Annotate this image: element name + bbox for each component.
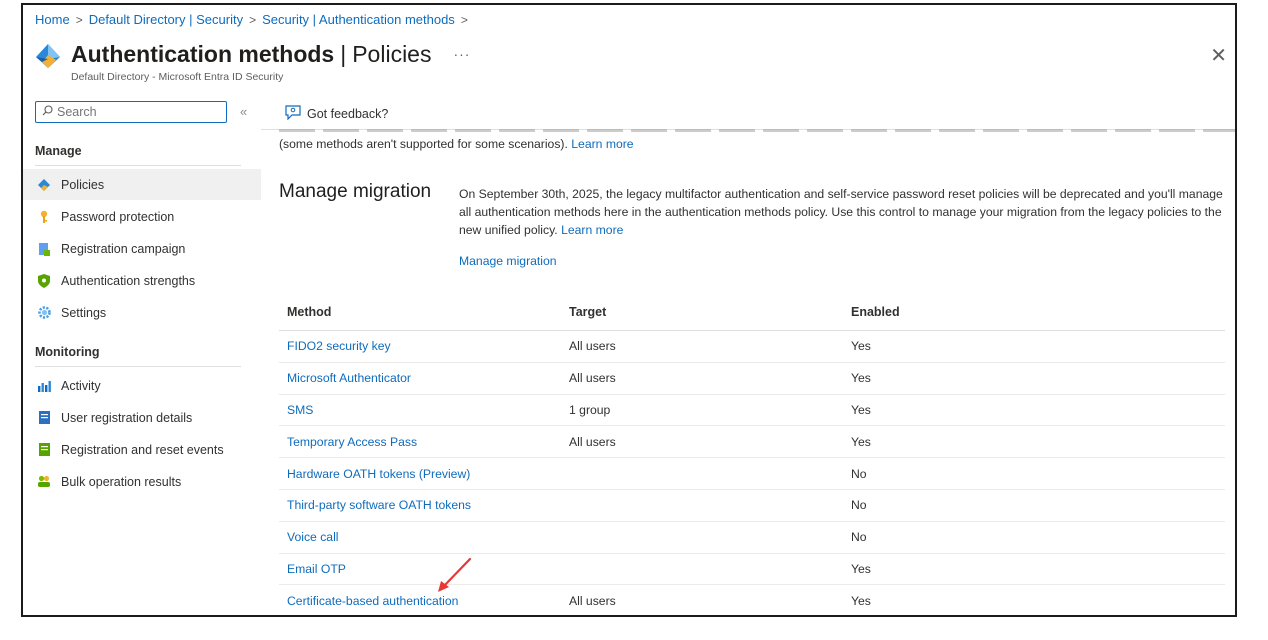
column-header-target[interactable]: Target (561, 305, 843, 319)
gear-icon (37, 306, 51, 320)
manage-migration-link[interactable]: Manage migration (459, 254, 557, 268)
method-link[interactable]: FIDO2 security key (279, 339, 561, 353)
clipboard-icon (37, 242, 51, 256)
enabled-cell: No (851, 498, 867, 513)
table-row: Microsoft Authenticator All users Yes (279, 363, 1225, 395)
shield-icon (37, 273, 51, 288)
method-link[interactable]: SMS (279, 403, 561, 417)
document-icon (37, 411, 51, 425)
sidebar: « Manage Policies Password protection Re… (23, 97, 261, 615)
enabled-cell: Yes (851, 594, 871, 609)
sidebar-item-activity[interactable]: Activity (23, 370, 261, 401)
feedback-icon (285, 105, 301, 123)
sidebar-item-password-protection[interactable]: Password protection (23, 201, 261, 232)
method-link[interactable]: Email OTP (279, 562, 561, 576)
method-link[interactable]: Temporary Access Pass (279, 435, 561, 449)
method-link[interactable]: Certificate-based authentication (279, 594, 561, 608)
target-cell: 1 group (569, 402, 611, 417)
sidebar-item-label: Settings (61, 305, 107, 320)
feedback-button[interactable]: Got feedback? (285, 105, 388, 123)
log-icon (37, 443, 51, 457)
table-row: Hardware OATH tokens (Preview) No (279, 458, 1225, 490)
sidebar-item-authentication-strengths[interactable]: Authentication strengths (23, 265, 261, 296)
sidebar-item-bulk-operation-results[interactable]: Bulk operation results (23, 466, 261, 497)
enabled-cell: No (851, 466, 867, 481)
manage-migration-heading: Manage migration (279, 181, 432, 202)
table-row: Email OTP Yes (279, 554, 1225, 586)
chevron-right-icon: > (249, 12, 257, 27)
method-link[interactable]: Voice call (279, 530, 561, 544)
page-header: Authentication methods | Policies ··· (35, 39, 470, 69)
sidebar-item-user-registration-details[interactable]: User registration details (23, 402, 261, 433)
close-icon[interactable]: ✕ (1210, 43, 1227, 68)
learn-more-link[interactable]: Learn more (561, 223, 623, 237)
sidebar-item-label: Authentication strengths (61, 273, 196, 288)
table-header: Method Target Enabled (279, 293, 1225, 331)
main-content: Got feedback? (some methods aren't suppo… (261, 97, 1235, 615)
users-icon (37, 475, 51, 489)
enabled-cell: Yes (851, 434, 871, 449)
sidebar-item-label: Bulk operation results (61, 474, 182, 489)
column-header-method[interactable]: Method (279, 305, 561, 319)
sidebar-item-label: Activity (61, 378, 101, 393)
breadcrumb: Home > Default Directory | Security > Se… (35, 12, 474, 27)
feedback-label: Got feedback? (307, 107, 389, 121)
sidebar-item-registration-campaign[interactable]: Registration campaign (23, 233, 261, 264)
search-input[interactable] (57, 105, 217, 119)
search-icon (42, 105, 53, 119)
key-icon (37, 210, 51, 224)
enabled-cell: Yes (851, 339, 871, 354)
target-cell: All users (569, 434, 616, 449)
page-title: Authentication methods | Policies (71, 40, 432, 67)
chart-icon (37, 379, 51, 393)
annotation-arrow-icon (438, 557, 472, 592)
breadcrumb-security[interactable]: Default Directory | Security (89, 12, 243, 27)
enabled-cell: No (851, 530, 867, 545)
breadcrumb-home[interactable]: Home (35, 12, 70, 27)
manage-migration-description: On September 30th, 2025, the legacy mult… (459, 187, 1223, 237)
table-row: FIDO2 security key All users Yes (279, 331, 1225, 363)
divider (35, 165, 241, 166)
sidebar-item-label: Policies (61, 177, 105, 192)
section-label-monitoring: Monitoring (35, 345, 100, 359)
enabled-cell: Yes (851, 561, 871, 576)
table-row: Voice call No (279, 522, 1225, 554)
table-row: Third-party software OATH tokens No (279, 490, 1225, 522)
divider (35, 366, 241, 367)
method-link[interactable]: Third-party software OATH tokens (279, 498, 561, 512)
learn-more-link[interactable]: Learn more (571, 137, 633, 151)
page-subtitle: Default Directory - Microsoft Entra ID S… (71, 71, 284, 83)
table-row: Certificate-based authentication All use… (279, 585, 1225, 615)
target-cell: All users (569, 594, 616, 609)
breadcrumb-auth-methods[interactable]: Security | Authentication methods (262, 12, 455, 27)
method-link[interactable]: Microsoft Authenticator (279, 371, 561, 385)
sidebar-item-registration-reset-events[interactable]: Registration and reset events (23, 434, 261, 465)
table-row: Temporary Access Pass All users Yes (279, 426, 1225, 459)
chevron-right-icon: > (460, 12, 468, 27)
sidebar-item-policies[interactable]: Policies (23, 169, 261, 200)
intro-text: (some methods aren't supported for some … (279, 137, 634, 151)
search-box[interactable] (35, 101, 227, 123)
method-link[interactable]: Hardware OATH tokens (Preview) (279, 467, 561, 481)
methods-table: Method Target Enabled FIDO2 security key… (279, 293, 1225, 615)
target-cell: All users (569, 371, 616, 386)
enabled-cell: Yes (851, 371, 871, 386)
sidebar-item-label: Password protection (61, 209, 175, 224)
table-row: SMS 1 group Yes (279, 395, 1225, 427)
sidebar-item-label: Registration campaign (61, 241, 186, 256)
sidebar-item-label: Registration and reset events (61, 442, 224, 457)
entra-diamond-icon (36, 44, 60, 68)
chevron-right-icon: > (75, 12, 83, 27)
enabled-cell: Yes (851, 402, 871, 417)
section-label-manage: Manage (35, 144, 82, 158)
more-options-icon[interactable]: ··· (453, 46, 470, 62)
column-header-enabled[interactable]: Enabled (843, 305, 900, 319)
diamond-icon (37, 178, 51, 192)
collapse-sidebar-icon[interactable]: « (240, 104, 247, 119)
window-frame: Home > Default Directory | Security > Se… (21, 3, 1237, 617)
sidebar-item-label: User registration details (61, 410, 193, 425)
sidebar-item-settings[interactable]: Settings (23, 297, 261, 328)
clipped-text-line (279, 127, 1235, 133)
target-cell: All users (569, 339, 616, 354)
